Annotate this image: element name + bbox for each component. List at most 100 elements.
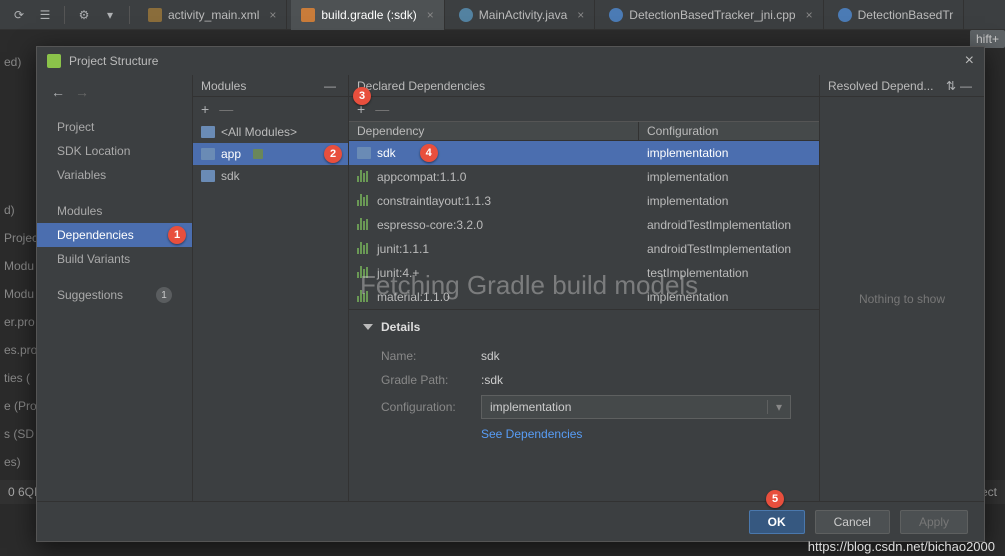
- nav-suggestions[interactable]: Suggestions 1: [37, 283, 192, 307]
- button-label: OK: [768, 515, 786, 529]
- configuration-select[interactable]: implementation ▾: [481, 395, 791, 419]
- details-section: Details Name:sdk Gradle Path::sdk Config…: [349, 309, 819, 456]
- modules-header: Modules —: [193, 75, 348, 97]
- gear-icon[interactable]: ⚙: [73, 4, 95, 26]
- cancel-button[interactable]: Cancel: [815, 510, 890, 534]
- annotation-badge-1: 1: [168, 226, 186, 244]
- empty-text: Nothing to show: [859, 292, 945, 306]
- module-label: <All Modules>: [221, 125, 297, 139]
- dep-conf: androidTestImplementation: [639, 242, 819, 256]
- ok-button[interactable]: OK: [749, 510, 805, 534]
- tab-label: MainActivity.java: [479, 8, 567, 22]
- tab-main-activity[interactable]: MainActivity.java ×: [449, 0, 596, 30]
- annotation-badge-2: 2: [324, 145, 342, 163]
- nav-label: SDK Location: [57, 144, 130, 158]
- tab-build-gradle[interactable]: build.gradle (:sdk) ×: [291, 0, 444, 30]
- dep-conf: testImplementation: [639, 266, 819, 280]
- library-icon: [357, 242, 371, 256]
- gradle-icon: [301, 8, 315, 22]
- tab-activity-main[interactable]: activity_main.xml ×: [138, 0, 287, 30]
- library-icon: [357, 266, 371, 280]
- tab-label: activity_main.xml: [168, 8, 259, 22]
- folder-icon: [201, 148, 215, 160]
- module-app[interactable]: app 2: [193, 143, 348, 165]
- dep-conf: implementation: [639, 146, 819, 160]
- close-icon[interactable]: ×: [427, 8, 434, 22]
- dep-name: espresso-core:3.2.0: [377, 218, 483, 232]
- deps-toolbar: + — 3: [349, 97, 819, 121]
- dep-row[interactable]: material:1.1.0 implementation: [349, 285, 819, 309]
- chevron-down-icon[interactable]: ▾: [99, 4, 121, 26]
- nav-dependencies[interactable]: Dependencies 1: [37, 223, 192, 247]
- button-label: Cancel: [834, 515, 871, 529]
- see-dependencies-link[interactable]: See Dependencies: [481, 427, 582, 441]
- details-title-text: Details: [381, 320, 420, 334]
- close-icon[interactable]: ×: [965, 52, 974, 70]
- details-header[interactable]: Details: [363, 320, 805, 334]
- dep-name: material:1.1.0: [377, 290, 450, 304]
- nav-variables[interactable]: Variables: [37, 163, 192, 187]
- tab-label: build.gradle (:sdk): [321, 8, 416, 22]
- dep-row[interactable]: constraintlayout:1.1.3 implementation: [349, 189, 819, 213]
- tab-detection-tracker-cpp[interactable]: DetectionBasedTracker_jni.cpp ×: [599, 0, 823, 30]
- minimize-icon[interactable]: —: [956, 79, 976, 93]
- nav-build-variants[interactable]: Build Variants: [37, 247, 192, 271]
- dep-name: junit:1.1.1: [377, 242, 429, 256]
- filter-icon[interactable]: ⇅: [946, 79, 956, 93]
- add-module-button[interactable]: +: [201, 101, 209, 117]
- c-icon: [838, 8, 852, 22]
- col-configuration[interactable]: Configuration: [639, 122, 819, 140]
- tab-label: DetectionBasedTr: [858, 8, 954, 22]
- apply-button[interactable]: Apply: [900, 510, 968, 534]
- module-sdk[interactable]: sdk: [193, 165, 348, 187]
- nav-label: Dependencies: [57, 228, 134, 242]
- resolved-empty: Nothing to show: [820, 97, 984, 501]
- library-icon: [357, 290, 371, 304]
- dep-conf: implementation: [639, 170, 819, 184]
- forward-icon[interactable]: →: [75, 84, 89, 100]
- close-icon[interactable]: ×: [806, 8, 813, 22]
- dialog-footer: 5 OK Cancel Apply: [37, 501, 984, 541]
- panel-title: Declared Dependencies: [357, 79, 485, 93]
- dep-row-sdk[interactable]: sdk 4 implementation: [349, 141, 819, 165]
- dialog-body: ← → Project SDK Location Variables Modul…: [37, 75, 984, 501]
- dep-row[interactable]: appcompat:1.1.0 implementation: [349, 165, 819, 189]
- back-icon[interactable]: ←: [51, 84, 65, 100]
- nav-modules[interactable]: Modules: [37, 199, 192, 223]
- module-all[interactable]: <All Modules>: [193, 121, 348, 143]
- deps-columns: Dependency Configuration: [349, 121, 819, 141]
- library-icon: [357, 170, 371, 184]
- c-icon: [609, 8, 623, 22]
- stack-icon[interactable]: ☰: [34, 4, 56, 26]
- nav-project[interactable]: Project: [37, 115, 192, 139]
- nav-label: Suggestions: [57, 288, 123, 302]
- modules-panel: Modules — + — <All Modules> app 2 sdk: [193, 75, 349, 501]
- tab-detection-tracker-2[interactable]: DetectionBasedTr: [828, 0, 965, 30]
- separator: [129, 6, 130, 24]
- dep-row[interactable]: junit:1.1.1 androidTestImplementation: [349, 237, 819, 261]
- folder-icon: [357, 147, 371, 159]
- detail-name-value: sdk: [481, 349, 500, 363]
- minimize-icon[interactable]: —: [320, 79, 340, 93]
- remove-dependency-button[interactable]: —: [375, 101, 389, 117]
- dep-conf: androidTestImplementation: [639, 218, 819, 232]
- resolved-header: Resolved Depend... ⇅ —: [820, 75, 984, 97]
- project-structure-dialog: Project Structure × ← → Project SDK Loca…: [36, 46, 985, 542]
- select-value: implementation: [490, 400, 571, 414]
- detail-path-value: :sdk: [481, 373, 503, 387]
- left-nav-panel: ← → Project SDK Location Variables Modul…: [37, 75, 193, 501]
- suggestions-count-badge: 1: [156, 287, 172, 303]
- watermark-url: https://blog.csdn.net/bichao2000: [808, 539, 995, 554]
- chevron-down-icon: [363, 324, 373, 330]
- sync-icon[interactable]: ⟳: [8, 4, 30, 26]
- close-icon[interactable]: ×: [577, 8, 584, 22]
- nav-label: Build Variants: [57, 252, 130, 266]
- col-dependency[interactable]: Dependency: [349, 122, 639, 140]
- dep-row[interactable]: junit:4.+ testImplementation: [349, 261, 819, 285]
- tab-label: DetectionBasedTracker_jni.cpp: [629, 8, 795, 22]
- dep-row[interactable]: espresso-core:3.2.0 androidTestImplement…: [349, 213, 819, 237]
- nav-sdk-location[interactable]: SDK Location: [37, 139, 192, 163]
- detail-path-label: Gradle Path:: [381, 373, 481, 387]
- close-icon[interactable]: ×: [269, 8, 276, 22]
- remove-module-button[interactable]: —: [219, 101, 233, 117]
